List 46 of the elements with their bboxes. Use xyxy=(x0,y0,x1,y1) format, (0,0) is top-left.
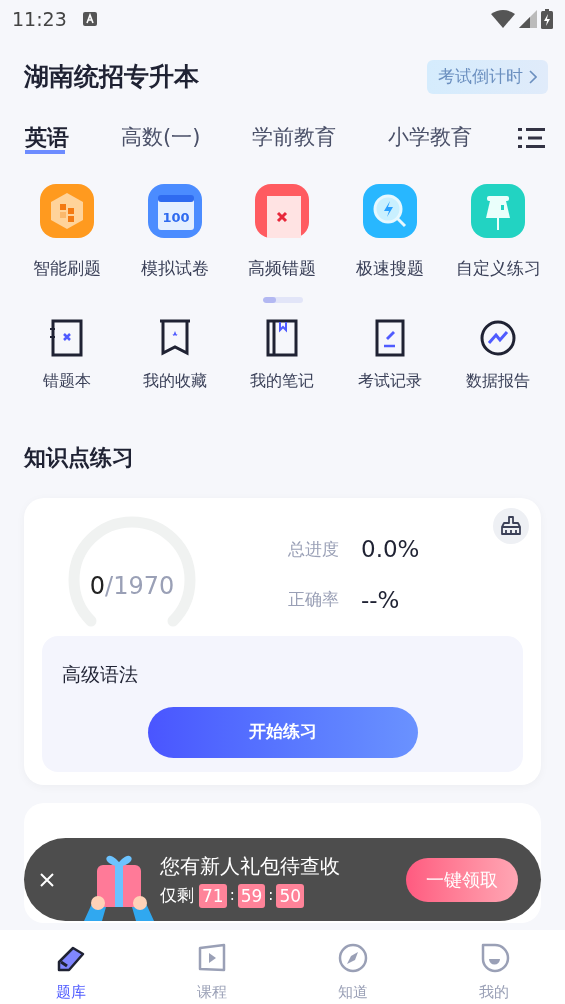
menu-icon[interactable] xyxy=(518,127,545,148)
tool-label[interactable]: 我的收藏 xyxy=(142,369,207,393)
hexagon-app-icon[interactable] xyxy=(39,183,94,238)
topic-title: 高级语法 xyxy=(62,662,139,687)
section-title: 知识点练习 xyxy=(23,444,135,472)
stat-value: --% xyxy=(361,585,400,615)
wifi-icon xyxy=(491,10,515,28)
feature-label[interactable]: 智能刷题 xyxy=(32,255,101,281)
broom-icon[interactable] xyxy=(493,508,529,544)
chart-circle-icon[interactable] xyxy=(479,319,518,357)
subject-tab[interactable]: 高数(一) xyxy=(121,121,201,154)
battery-icon xyxy=(541,9,553,29)
book-app-icon[interactable] xyxy=(255,183,310,238)
promo-title: 您有新人礼包待查收 xyxy=(160,852,340,880)
stat-label: 总进度 xyxy=(288,537,339,561)
countdown-digits: 50 xyxy=(276,883,305,908)
chevron-right-icon xyxy=(529,69,537,84)
tool-label[interactable]: 数据报告 xyxy=(466,369,531,393)
notebook-icon[interactable] xyxy=(47,319,86,357)
start-practice-button[interactable]: 开始练习 xyxy=(147,706,418,758)
calendar-app-icon[interactable]: 100 xyxy=(147,183,202,238)
tool-label[interactable]: 错题本 xyxy=(42,369,91,393)
tool-label[interactable]: 考试记录 xyxy=(358,369,423,393)
close-icon[interactable] xyxy=(38,870,56,889)
subject-tab[interactable]: 学前教育 xyxy=(252,121,337,154)
tool-label[interactable]: 我的笔记 xyxy=(250,369,315,393)
stat-value: 0.0% xyxy=(361,535,420,564)
status-time: 11:23 xyxy=(12,6,67,32)
progress-count: 0/1970 xyxy=(88,571,176,602)
stat-label: 正确率 xyxy=(288,588,339,611)
subject-tab[interactable]: 小学教育 xyxy=(388,121,473,154)
feature-label[interactable]: 高频错题 xyxy=(248,255,317,281)
keyboard-icon xyxy=(82,12,97,26)
countdown-separator: : xyxy=(229,885,235,907)
compass-icon[interactable] xyxy=(337,942,370,974)
nav-tab[interactable]: 题库 xyxy=(55,981,86,1004)
countdown-label: 仅剩 xyxy=(160,883,194,907)
feature-label[interactable]: 极速搜题 xyxy=(356,255,425,281)
countdown-digits: 59 xyxy=(237,883,266,908)
countdown-separator: : xyxy=(268,885,274,907)
signal-icon xyxy=(519,10,537,28)
feature-label[interactable]: 模拟试卷 xyxy=(140,255,209,281)
feature-label[interactable]: 自定义练习 xyxy=(455,255,541,281)
page-indicator xyxy=(262,297,303,303)
countdown-digits: 71 xyxy=(199,883,227,908)
page-title: 湖南统招专升本 xyxy=(24,61,199,93)
